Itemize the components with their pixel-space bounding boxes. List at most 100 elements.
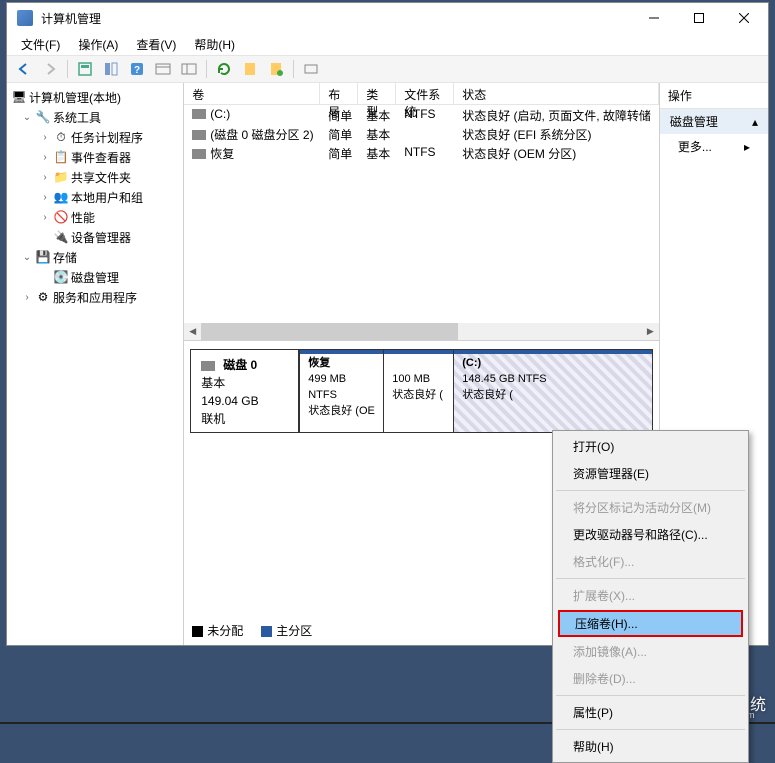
close-button[interactable] (721, 4, 766, 32)
toolbar-icon-2[interactable] (100, 58, 122, 80)
legend: 未分配 主分区 (192, 622, 312, 639)
tree-devmgr[interactable]: 🔌设备管理器 (9, 227, 181, 247)
cm-properties[interactable]: 属性(P) (555, 699, 746, 726)
back-button[interactable] (13, 58, 35, 80)
volume-row[interactable]: 恢复 简单 基本 NTFS 状态良好 (OEM 分区) (184, 143, 659, 162)
titlebar[interactable]: 计算机管理 (7, 3, 768, 33)
legend-unalloc-icon (192, 626, 203, 637)
toolbar-icon-7[interactable] (300, 58, 322, 80)
tree-storage[interactable]: ⌄💾存储 (9, 247, 181, 267)
col-volume[interactable]: 卷 (184, 83, 320, 104)
partition-c[interactable]: (C:) 148.45 GB NTFS 状态良好 ( (453, 350, 652, 432)
tree-system-tools[interactable]: ⌄🔧系统工具 (9, 107, 181, 127)
tree-diskmgmt[interactable]: 💽磁盘管理 (9, 267, 181, 287)
scroll-left-icon[interactable]: ◀ (184, 323, 201, 340)
cm-mark-active: 将分区标记为活动分区(M) (555, 494, 746, 521)
disk-icon: 💽 (53, 269, 69, 285)
volume-icon (192, 130, 206, 140)
menu-help[interactable]: 帮助(H) (186, 34, 243, 55)
legend-primary-icon (261, 626, 272, 637)
cm-mirror: 添加镜像(A)... (555, 638, 746, 665)
tree-scheduler[interactable]: ›⏱任务计划程序 (9, 127, 181, 147)
collapse-icon[interactable]: ⌄ (21, 112, 33, 123)
disk-label[interactable]: 磁盘 0 基本 149.04 GB 联机 (191, 350, 299, 432)
tree-services[interactable]: ›⚙服务和应用程序 (9, 287, 181, 307)
menu-action[interactable]: 操作(A) (70, 34, 126, 55)
disk-icon (201, 361, 215, 371)
partition-efi[interactable]: 100 MB 状态良好 ( (383, 350, 453, 432)
cm-delete: 删除卷(D)... (555, 665, 746, 692)
tree-shared[interactable]: ›📁共享文件夹 (9, 167, 181, 187)
menu-file[interactable]: 文件(F) (13, 34, 68, 55)
window-title: 计算机管理 (41, 10, 631, 27)
cm-extend: 扩展卷(X)... (555, 582, 746, 609)
log-icon: 📋 (53, 149, 69, 165)
caret-right-icon: ▸ (744, 140, 750, 154)
toolbar-icon-5[interactable] (239, 58, 261, 80)
actions-more[interactable]: 更多...▸ (660, 134, 768, 159)
separator (556, 729, 745, 730)
collapse-icon[interactable]: ⌄ (21, 252, 33, 263)
folder-icon: 📁 (53, 169, 69, 185)
toolbar-icon-3[interactable] (152, 58, 174, 80)
scrollbar-thumb[interactable] (201, 323, 457, 340)
cm-change-letter[interactable]: 更改驱动器号和路径(C)... (555, 521, 746, 548)
actions-header: 操作 (660, 83, 768, 109)
menubar: 文件(F) 操作(A) 查看(V) 帮助(H) (7, 33, 768, 55)
services-icon: ⚙ (35, 289, 51, 305)
users-icon: 👥 (53, 189, 69, 205)
caret-up-icon: ▴ (752, 115, 758, 129)
computer-icon: 🖥 (11, 89, 27, 105)
clock-icon: ⏱ (53, 129, 69, 145)
actions-diskmgmt[interactable]: 磁盘管理▴ (660, 109, 768, 134)
tools-icon: 🔧 (35, 109, 51, 125)
app-icon (17, 10, 33, 26)
expand-icon[interactable]: › (21, 292, 33, 303)
expand-icon[interactable]: › (39, 152, 51, 163)
tree-event-viewer[interactable]: ›📋事件查看器 (9, 147, 181, 167)
toolbar-icon-1[interactable] (74, 58, 96, 80)
scroll-right-icon[interactable]: ▶ (642, 323, 659, 340)
menu-view[interactable]: 查看(V) (128, 34, 184, 55)
context-menu: 打开(O) 资源管理器(E) 将分区标记为活动分区(M) 更改驱动器号和路径(C… (552, 430, 749, 763)
volume-header: 卷 布局 类型 文件系统 状态 (184, 83, 659, 105)
cm-format: 格式化(F)... (555, 548, 746, 575)
expand-icon[interactable]: › (39, 132, 51, 143)
expand-icon[interactable]: › (39, 212, 51, 223)
maximize-button[interactable] (676, 4, 721, 32)
tree-pane[interactable]: 🖥计算机管理(本地) ⌄🔧系统工具 ›⏱任务计划程序 ›📋事件查看器 ›📁共享文… (7, 83, 184, 645)
minimize-button[interactable] (631, 4, 676, 32)
storage-icon: 💾 (35, 249, 51, 265)
volume-icon (192, 109, 206, 119)
volume-icon (192, 149, 206, 159)
tree-root[interactable]: 🖥计算机管理(本地) (9, 87, 181, 107)
col-layout[interactable]: 布局 (320, 83, 358, 104)
expand-icon[interactable]: › (39, 172, 51, 183)
refresh-icon[interactable] (213, 58, 235, 80)
disk-row[interactable]: 磁盘 0 基本 149.04 GB 联机 恢复 499 MB NTFS 状态良好… (190, 349, 653, 433)
col-type[interactable]: 类型 (358, 83, 396, 104)
forward-button[interactable] (39, 58, 61, 80)
separator (556, 695, 745, 696)
volume-row[interactable]: (磁盘 0 磁盘分区 2) 简单 基本 状态良好 (EFI 系统分区) (184, 124, 659, 143)
cm-help[interactable]: 帮助(H) (555, 733, 746, 760)
volume-row[interactable]: (C:) 简单 基本 NTFS 状态良好 (启动, 页面文件, 故障转储 (184, 105, 659, 124)
svg-text:?: ? (134, 65, 140, 76)
cm-open[interactable]: 打开(O) (555, 433, 746, 460)
tree-perf[interactable]: ›🚫性能 (9, 207, 181, 227)
cm-shrink[interactable]: 压缩卷(H)... (558, 610, 743, 637)
expand-icon[interactable]: › (39, 192, 51, 203)
device-icon: 🔌 (53, 229, 69, 245)
cm-explorer[interactable]: 资源管理器(E) (555, 460, 746, 487)
tree-users[interactable]: ›👥本地用户和组 (9, 187, 181, 207)
partition-recovery[interactable]: 恢复 499 MB NTFS 状态良好 (OE (299, 350, 383, 432)
separator (556, 490, 745, 491)
toolbar-icon-6[interactable] (265, 58, 287, 80)
perf-icon: 🚫 (53, 209, 69, 225)
col-status[interactable]: 状态 (454, 83, 659, 104)
horizontal-scrollbar[interactable]: ◀ ▶ (184, 323, 659, 340)
help-icon[interactable]: ? (126, 58, 148, 80)
col-fs[interactable]: 文件系统 (396, 83, 454, 104)
volume-list[interactable]: 卷 布局 类型 文件系统 状态 (C:) 简单 基本 NTFS 状态良好 (启动… (184, 83, 659, 341)
toolbar-icon-4[interactable] (178, 58, 200, 80)
